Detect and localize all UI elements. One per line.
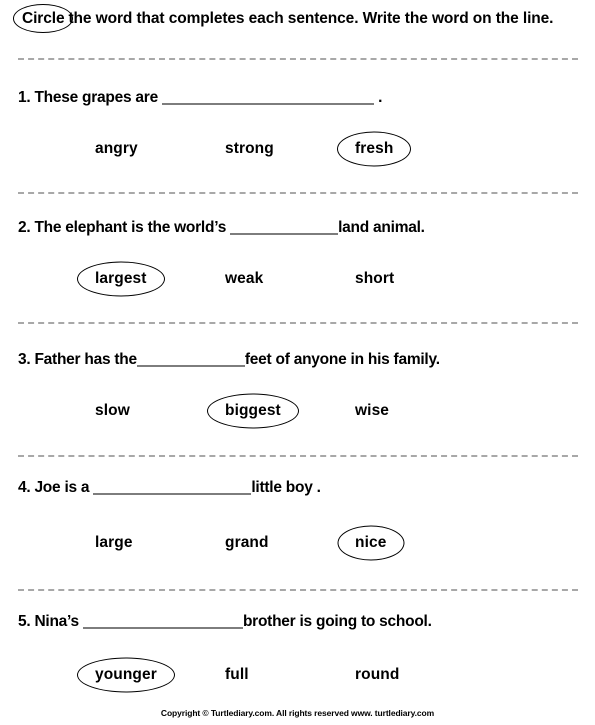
section-separator: [18, 192, 578, 194]
section-separator: [18, 589, 578, 591]
instruction-text: Circle the word that completes each sente…: [13, 4, 578, 33]
answer-option-label: weak: [225, 270, 264, 287]
answer-options-row: younger full round: [0, 657, 595, 698]
answer-option[interactable]: slow: [95, 402, 130, 420]
answer-option-label: round: [355, 666, 400, 683]
section-separator: [18, 58, 578, 60]
answer-option-selected[interactable]: largest: [76, 261, 165, 297]
answer-option-label: grand: [225, 534, 269, 551]
answer-blank-line[interactable]: [82, 614, 243, 629]
answer-blank-line[interactable]: [230, 220, 339, 235]
sentence-text-after-blank: feet of anyone in his family.: [244, 351, 440, 368]
question-number: 1.: [18, 89, 31, 106]
answer-option[interactable]: short: [355, 270, 394, 288]
sentence-text-after-blank: brother is going to school.: [242, 613, 432, 630]
answer-blank-line[interactable]: [136, 352, 245, 367]
answer-option-label: younger: [95, 666, 157, 683]
answer-option-label: short: [355, 270, 395, 287]
answer-option-label: strong: [225, 140, 274, 157]
question-sentence: 5. Nina’s brother is going to school.: [18, 612, 583, 632]
answer-blank-line[interactable]: [93, 480, 252, 495]
answer-option-selected[interactable]: younger: [76, 657, 175, 693]
question-number: 5.: [18, 613, 31, 630]
answer-option-label: biggest: [225, 402, 281, 419]
answer-option[interactable]: wise: [355, 402, 389, 420]
answer-options-row: angry strong fresh: [0, 131, 595, 172]
answer-blank-line[interactable]: [162, 90, 375, 105]
answer-option-label: nice: [355, 534, 387, 551]
answer-option-label: largest: [95, 270, 147, 287]
instruction-rest-label: the word that completes each sentence. W…: [68, 10, 554, 27]
circled-instruction-word: Circle: [13, 4, 74, 33]
sentence-text-before-blank: Father has the: [34, 351, 137, 368]
question-number: 2.: [18, 219, 31, 236]
answer-option-label: large: [95, 534, 133, 551]
question-sentence: 2. The elephant is the world’s land anima…: [18, 218, 583, 238]
sentence-text-before-blank: Joe is a: [34, 479, 94, 496]
answer-option[interactable]: angry: [95, 140, 138, 158]
section-separator: [18, 322, 578, 324]
answer-option[interactable]: grand: [225, 534, 269, 552]
question-sentence: 3. Father has the feet of anyone in his fa…: [18, 350, 583, 370]
answer-option-label: fresh: [355, 140, 394, 157]
answer-option-selected[interactable]: nice: [337, 525, 405, 561]
answer-option-selected[interactable]: biggest: [206, 393, 299, 429]
question-number: 4.: [18, 479, 31, 496]
answer-option-label: angry: [95, 140, 138, 157]
sentence-text-before-blank: The elephant is the world’s: [34, 219, 231, 236]
question-number: 3.: [18, 351, 31, 368]
section-separator: [18, 455, 578, 457]
answer-option-label: full: [225, 666, 249, 683]
answer-option[interactable]: full: [225, 666, 249, 684]
sentence-text-after-blank: .: [374, 89, 383, 106]
sentence-text-before-blank: These grapes are: [34, 89, 163, 106]
answer-options-row: large grand nice: [0, 525, 595, 566]
answer-option-label: slow: [95, 402, 130, 419]
sentence-text-after-blank: land animal.: [338, 219, 425, 236]
sentence-text-after-blank: little boy .: [251, 479, 321, 496]
answer-options-row: largest weak short: [0, 261, 595, 302]
answer-option-selected[interactable]: fresh: [337, 131, 412, 167]
answer-option[interactable]: large: [95, 534, 133, 552]
question-sentence: 4. Joe is a little boy .: [18, 478, 583, 498]
copyright-footer: Copyright © Turtlediary.com. All rights …: [160, 708, 435, 718]
answer-options-row: slow biggest wise: [0, 393, 595, 434]
question-sentence: 1. These grapes are .: [18, 88, 583, 108]
instruction-circled-label: Circle: [22, 10, 65, 27]
answer-option[interactable]: round: [355, 666, 399, 684]
sentence-text-before-blank: Nina’s: [34, 613, 83, 630]
answer-option-label: wise: [355, 402, 390, 419]
answer-option[interactable]: weak: [225, 270, 263, 288]
answer-option[interactable]: strong: [225, 140, 274, 158]
